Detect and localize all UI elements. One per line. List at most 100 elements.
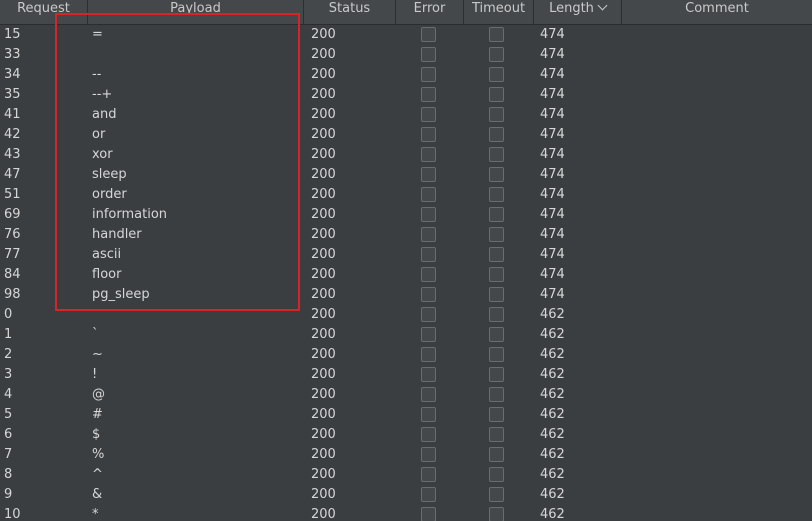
error-checkbox[interactable] [421,287,436,302]
table-row[interactable]: 8 ^ 200 462 [0,465,812,485]
cell-status: 200 [311,147,336,162]
timeout-checkbox[interactable] [489,487,504,502]
cell-error [396,465,464,485]
error-checkbox[interactable] [421,427,436,442]
table-row[interactable]: 43 xor 200 474 [0,145,812,165]
error-checkbox[interactable] [421,307,436,322]
table-row[interactable]: 98 pg_sleep 200 474 [0,285,812,305]
error-checkbox[interactable] [421,87,436,102]
error-checkbox[interactable] [421,67,436,82]
cell-comment [622,385,812,405]
error-checkbox[interactable] [421,207,436,222]
timeout-checkbox[interactable] [489,207,504,222]
error-checkbox[interactable] [421,407,436,422]
error-checkbox[interactable] [421,47,436,62]
column-header-comment[interactable]: Comment [622,0,812,24]
timeout-checkbox[interactable] [489,27,504,42]
timeout-checkbox[interactable] [489,107,504,122]
cell-comment [622,285,812,305]
column-header-error[interactable]: Error [396,0,464,24]
timeout-checkbox[interactable] [489,67,504,82]
table-row[interactable]: 76 handler 200 474 [0,225,812,245]
cell-payload: and [92,107,117,122]
table-row[interactable]: 6 $200 462 [0,425,812,445]
table-row[interactable]: 3! 200 462 [0,365,812,385]
table-row[interactable]: 10 * 200 462 [0,505,812,521]
error-checkbox[interactable] [421,267,436,282]
cell-timeout [464,85,534,105]
cell-payload: order [92,187,127,202]
cell-payload: ! [92,367,98,382]
timeout-checkbox[interactable] [489,47,504,62]
timeout-checkbox[interactable] [489,87,504,102]
timeout-checkbox[interactable] [489,507,504,521]
timeout-checkbox[interactable] [489,147,504,162]
table-row[interactable]: 35 --+ 200 474 [0,85,812,105]
error-checkbox[interactable] [421,507,436,521]
cell-timeout [464,185,534,205]
error-checkbox[interactable] [421,27,436,42]
cell-length: 462 [540,387,565,402]
table-row[interactable]: 9 & 200 462 [0,485,812,505]
table-row[interactable]: 2 ~200 462 [0,345,812,365]
timeout-checkbox[interactable] [489,127,504,142]
error-checkbox[interactable] [421,347,436,362]
chevron-down-icon [597,0,608,11]
timeout-checkbox[interactable] [489,287,504,302]
timeout-checkbox[interactable] [489,387,504,402]
timeout-checkbox[interactable] [489,227,504,242]
cell-length: 474 [540,87,565,102]
timeout-checkbox[interactable] [489,267,504,282]
error-checkbox[interactable] [421,447,436,462]
timeout-checkbox[interactable] [489,427,504,442]
table-row[interactable]: 7% 200 462 [0,445,812,465]
timeout-checkbox[interactable] [489,327,504,342]
table-row[interactable]: 0 200 462 [0,305,812,325]
table-row[interactable]: 15 = 200 474 [0,25,812,45]
error-checkbox[interactable] [421,387,436,402]
table-row[interactable]: 41 and 200 474 [0,105,812,125]
error-checkbox[interactable] [421,127,436,142]
timeout-checkbox[interactable] [489,187,504,202]
error-checkbox[interactable] [421,467,436,482]
cell-length: 462 [540,507,565,521]
table-row[interactable]: 1 ` 200 462 [0,325,812,345]
column-header-timeout[interactable]: Timeout [464,0,534,24]
error-checkbox[interactable] [421,187,436,202]
timeout-checkbox[interactable] [489,407,504,422]
timeout-checkbox[interactable] [489,167,504,182]
column-header-payload[interactable]: Payload [88,0,304,24]
error-checkbox[interactable] [421,107,436,122]
error-checkbox[interactable] [421,327,436,342]
table-row[interactable]: 69 information 200 474 [0,205,812,225]
timeout-checkbox[interactable] [489,307,504,322]
timeout-checkbox[interactable] [489,447,504,462]
error-checkbox[interactable] [421,227,436,242]
table-row[interactable]: 42 or 200 474 [0,125,812,145]
column-header-request[interactable]: Request [0,0,88,24]
cell-error [396,125,464,145]
error-checkbox[interactable] [421,367,436,382]
timeout-checkbox[interactable] [489,347,504,362]
table-row[interactable]: 77 ascii 200 474 [0,245,812,265]
table-row[interactable]: 33 200 474 [0,45,812,65]
cell-request: 3 [4,367,13,382]
timeout-checkbox[interactable] [489,367,504,382]
error-checkbox[interactable] [421,147,436,162]
table-row[interactable]: 34 -- 200 474 [0,65,812,85]
timeout-checkbox[interactable] [489,467,504,482]
table-row[interactable]: 47 sleep 200 474 [0,165,812,185]
column-header-length[interactable]: Length [534,0,622,24]
cell-request: 2 [4,347,13,362]
table-row[interactable]: 5 #200 462 [0,405,812,425]
error-checkbox[interactable] [421,487,436,502]
table-row[interactable]: 4 @200 462 [0,385,812,405]
cell-payload: ~ [92,347,103,362]
timeout-checkbox[interactable] [489,247,504,262]
error-checkbox[interactable] [421,247,436,262]
error-checkbox[interactable] [421,167,436,182]
column-header-status[interactable]: Status [304,0,396,24]
results-table: Request Payload Status Error Timeout Len… [0,0,812,521]
table-row[interactable]: 51 order 200 474 [0,185,812,205]
table-row[interactable]: 84 floor 200 474 [0,265,812,285]
